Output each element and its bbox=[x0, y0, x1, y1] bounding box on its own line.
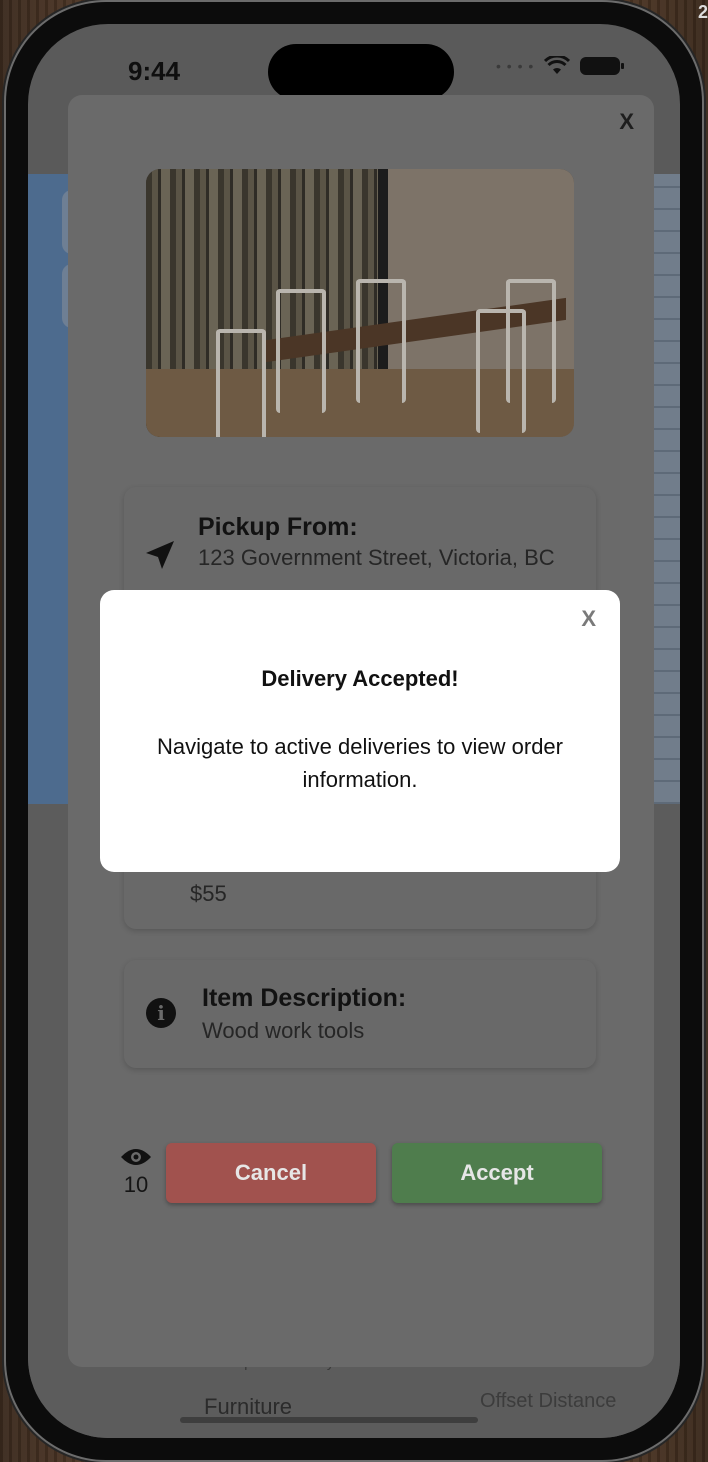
delivery-accepted-alert: X Delivery Accepted! Navigate to active … bbox=[100, 590, 620, 872]
alert-message: Navigate to active deliveries to view or… bbox=[157, 734, 563, 792]
pickup-address: 123 Government Street, Victoria, BC bbox=[198, 545, 555, 570]
home-indicator bbox=[180, 1417, 478, 1423]
accept-button[interactable]: Accept bbox=[392, 1143, 602, 1203]
eye-icon bbox=[121, 1149, 151, 1165]
dynamic-island bbox=[268, 44, 454, 100]
phone-screen: Account Request Delivery Deliveries Furn… bbox=[28, 24, 680, 1438]
alert-title: Delivery Accepted! bbox=[261, 666, 459, 691]
battery-icon bbox=[580, 57, 625, 75]
wifi-icon bbox=[544, 56, 571, 74]
location-arrow-icon bbox=[146, 541, 174, 569]
description-title: Item Description: bbox=[202, 984, 407, 1012]
status-icons: • • • • bbox=[496, 56, 625, 76]
signal-dots-icon: • • • • bbox=[496, 58, 535, 74]
item-photo bbox=[146, 169, 574, 437]
description-text: Wood work tools bbox=[202, 1018, 365, 1043]
offset-distance-label: Offset Distance bbox=[480, 1390, 617, 1412]
phone-frame: Account Request Delivery Deliveries Furn… bbox=[6, 2, 702, 1460]
alert-close-button[interactable]: X bbox=[581, 606, 596, 632]
pickup-title: Pickup From: bbox=[198, 513, 358, 541]
description-card: i Item Description: Wood work tools bbox=[124, 960, 596, 1068]
corner-digit: 2 bbox=[697, 2, 708, 22]
status-time: 9:44 bbox=[128, 56, 181, 86]
price-value: $55 bbox=[190, 881, 227, 906]
sheet-close-button[interactable]: X bbox=[619, 109, 634, 135]
info-circle-icon: i bbox=[146, 998, 176, 1028]
cancel-button[interactable]: Cancel bbox=[166, 1143, 376, 1203]
view-count: 10 bbox=[123, 1172, 149, 1197]
view-counter: 10 bbox=[118, 1147, 154, 1198]
